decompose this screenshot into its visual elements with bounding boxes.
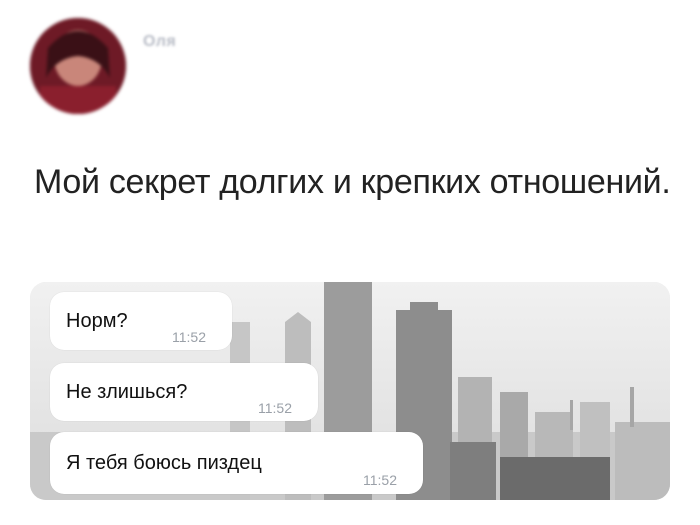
chat-message-bubble[interactable]: Не злишься? 11:52 [50, 363, 318, 421]
avatar-photo [30, 18, 126, 114]
chat-message-bubble[interactable]: Я тебя боюсь пиздец 11:52 [50, 432, 423, 494]
message-time: 11:52 [172, 329, 206, 345]
message-time: 11:52 [258, 400, 292, 416]
message-text: Не злишься? [66, 381, 188, 403]
message-text: Я тебя боюсь пиздец [66, 452, 262, 474]
chat-message-bubble[interactable]: Норм? 11:52 [50, 292, 232, 350]
post-caption: Мой секрет долгих и крепких отношений. [34, 163, 671, 201]
author-name[interactable]: Оля [143, 33, 176, 51]
message-text: Норм? [66, 310, 128, 332]
author-avatar[interactable] [30, 18, 126, 114]
message-time: 11:52 [363, 472, 397, 488]
chat-screenshot-image: Норм? 11:52 Не злишься? 11:52 Я тебя бою… [30, 282, 670, 500]
